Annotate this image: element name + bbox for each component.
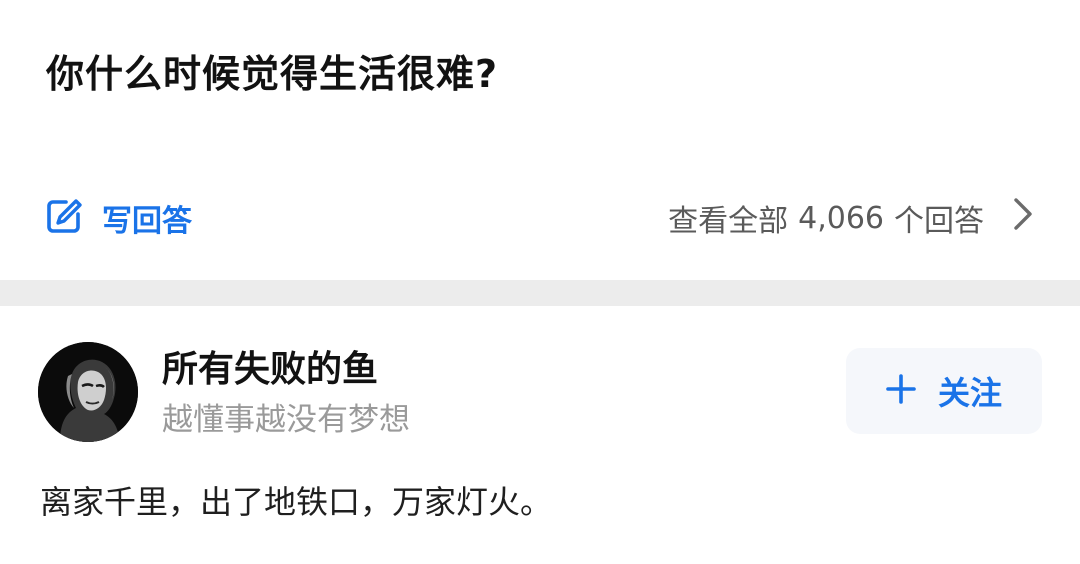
plus-icon [886,374,916,408]
follow-label: 关注 [937,374,1002,412]
edit-pencil-icon [44,196,84,240]
author-avatar[interactable] [38,342,138,442]
answer-count: 4,066 [798,200,884,236]
answer-excerpt[interactable]: 离家千里，出了地铁口，万家灯火。 [40,478,552,526]
chevron-right-icon [984,196,1034,240]
author-name[interactable]: 所有失败的鱼 [162,346,378,394]
question-title[interactable]: 你什么时候觉得生活很难? [46,48,498,100]
write-answer-label: 写回答 [102,204,192,239]
view-all-suffix: 个回答 [894,204,984,239]
write-answer-button[interactable]: 写回答 [44,196,192,240]
view-all-answers-link[interactable]: 查看全部 4,066 个回答 [668,196,1034,240]
answer-card[interactable]: 所有失败的鱼 越懂事越没有梦想 关注 离家千里，出了地铁口，万家灯火。 [0,306,1080,564]
question-card: 你什么时候觉得生活很难? 写回答 查看全部 4,066 个回答 [0,0,1080,280]
section-divider [0,280,1080,306]
view-all-prefix: 查看全部 [668,204,789,239]
follow-button[interactable]: 关注 [846,348,1042,434]
author-bio: 越懂事越没有梦想 [162,402,410,438]
